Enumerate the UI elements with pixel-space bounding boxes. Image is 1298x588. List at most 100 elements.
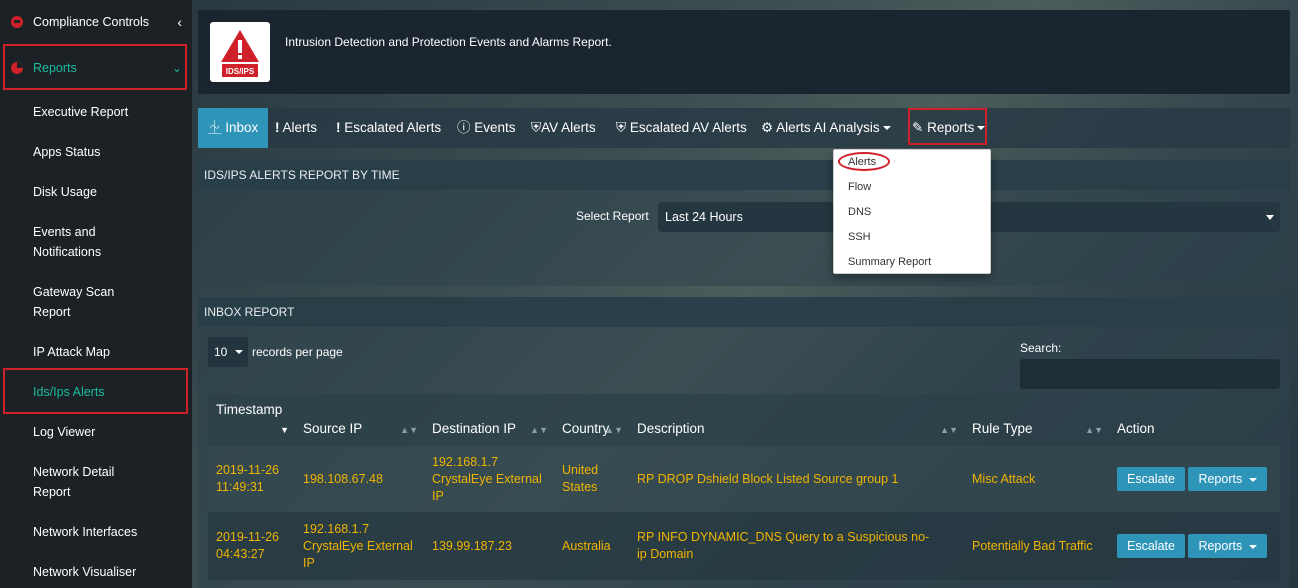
country-cell[interactable]: United States [554,446,629,512]
timestamp-cell: 2019-11-26 04:43:27 [208,512,295,580]
menu-item-ssh[interactable]: SSH [848,231,871,243]
timestamp-time: 04:43:27 [216,547,265,561]
country-cell[interactable]: Australia [554,512,629,580]
description: RP DROP Dshield Block Listed Source grou… [637,471,899,486]
tab-reports[interactable]: ✎ Reports [912,108,986,148]
row-reports-button[interactable]: Reports [1188,534,1267,558]
sidebar-item-disk-usage[interactable]: Disk Usage [0,182,192,202]
sidebar-item-ids-ips-alerts[interactable]: Ids/Ips Alerts [0,382,192,402]
destination-ip-cell[interactable]: 192.168.1.7 CrystalEye External IP [424,446,554,512]
source-ip: 192.168.1.7 [303,521,370,536]
panel-title: INBOX REPORT [198,297,1290,327]
sidebar-item-label: Apps Status [33,145,101,159]
menu-item-flow[interactable]: Flow [848,181,871,193]
sidebar-item-ip-attack-map[interactable]: IP Attack Map [0,342,192,362]
source-ip-cell[interactable]: 192.168.1.7 CrystalEye External IP [295,512,424,580]
sort-icon: ▲▼ [400,425,418,435]
menu-item-dns[interactable]: DNS [848,206,871,218]
button-label: Reports [1198,539,1243,553]
sidebar-item-compliance-controls[interactable]: Compliance Controls ‹ [0,0,192,44]
sidebar-item-events-notifications[interactable]: Events and Notifications [0,222,140,262]
column-header-source-ip[interactable]: Source IP ▲▼ [295,394,424,446]
sidebar-item-label: Disk Usage [33,185,97,199]
tab-av-alerts[interactable]: ⛨AV Alerts [531,108,596,148]
reports-dropdown-menu: Alerts Flow DNS SSH Summary Report [833,149,991,274]
sidebar-item-apps-status[interactable]: Apps Status [0,142,192,162]
sidebar-item-network-detail-report[interactable]: Network Detail Report [0,462,192,502]
page-title: Intrusion Detection and Protection Event… [285,35,612,49]
destination-note: CrystalEye External IP [432,471,542,503]
info-circle-icon: ⓘ [457,120,471,135]
description-cell[interactable]: RP INFO DYNAMIC_DNS Query to a Suspiciou… [629,512,964,580]
sidebar-item-reports[interactable]: Reports ⌄ [0,46,192,90]
tab-bar: ⏈ Inbox ! Alerts ! Escalated Alerts ⓘ Ev… [198,108,1290,148]
caret-down-icon [235,350,243,354]
menu-item-summary-report[interactable]: Summary Report [848,256,931,268]
column-label: Country [562,421,610,436]
gear-icon: ⚙ [761,120,774,135]
caret-down-icon [882,126,891,131]
sort-icon: ▲▼ [940,425,958,435]
tab-alerts-ai-analysis[interactable]: ⚙ Alerts AI Analysis [761,108,891,148]
exclamation-icon: ! [336,120,341,135]
escalate-button[interactable]: Escalate [1117,534,1185,558]
source-ip: 198.108.67.48 [303,471,383,486]
sidebar-item-network-interfaces[interactable]: Network Interfaces [0,522,192,542]
column-label: Source IP [303,421,363,436]
search-input[interactable] [1020,359,1280,389]
pie-chart-icon [11,62,23,74]
destination-ip: 192.168.1.7 [432,454,499,469]
column-header-country[interactable]: Country ▲▼ [554,394,629,446]
table-row: 2019-11-26 04:43:27 192.168.1.7 CrystalEye… [208,512,1280,580]
exclamation-icon: ! [275,120,280,135]
rule-type-cell[interactable]: Potentially Bad Traffic [964,512,1109,580]
sidebar-item-label: Gateway Scan Report [33,285,115,319]
caret-down-icon [1248,544,1257,549]
sidebar-item-label: Network Detail Report [33,465,115,499]
records-per-page-select[interactable]: 10 [208,337,248,367]
sidebar-item-log-viewer[interactable]: Log Viewer [0,422,192,442]
description-cell[interactable]: RP DROP Dshield Block Listed Source grou… [629,446,964,512]
column-header-timestamp[interactable]: Timestamp ▼ [208,394,295,446]
timestamp-time: 11:49:31 [216,480,264,494]
sidebar-item-label: Events and Notifications [33,225,102,259]
rule-type: Potentially Bad Traffic [972,538,1093,553]
action-cell: Escalate Reports [1109,446,1280,512]
tab-label: Escalated AV Alerts [629,120,747,135]
tab-escalated-av-alerts[interactable]: ⛨ Escalated AV Alerts [616,108,747,148]
sidebar-item-label: Executive Report [33,105,129,119]
tab-escalated-alerts[interactable]: ! Escalated Alerts [336,108,441,148]
tab-label: AV Alerts [541,120,596,135]
destination-ip-cell[interactable]: 139.99.187.23 [424,512,554,580]
select-report-label: Select Report [576,209,649,223]
row-reports-button[interactable]: Reports [1188,467,1267,491]
column-header-destination-ip[interactable]: Destination IP ▲▼ [424,394,554,446]
escalate-button[interactable]: Escalate [1117,467,1185,491]
sidebar-item-gateway-scan-report[interactable]: Gateway Scan Report [0,282,192,322]
destination-ip: 139.99.187.23 [432,538,512,553]
inbox-report-panel: INBOX REPORT 10 records per page Search:… [198,297,1290,588]
tab-label: Inbox [225,120,259,135]
tab-events[interactable]: ⓘ Events [457,108,516,148]
panel-title: IDS/IPS ALERTS REPORT BY TIME [198,160,1290,190]
rule-type-cell[interactable]: Misc Attack [964,446,1109,512]
country: Australia [562,538,611,553]
sort-icon: ▲▼ [605,425,623,435]
timestamp-date: 2019-11-26 [216,463,280,477]
tab-inbox[interactable]: ⏈ Inbox [198,108,269,148]
column-header-rule-type[interactable]: Rule Type ▲▼ [964,394,1109,446]
column-label: Description [637,421,705,436]
pencil-icon: ✎ [912,120,924,135]
column-header-description[interactable]: Description ▲▼ [629,394,964,446]
column-header-action: Action [1109,394,1280,446]
sidebar-item-executive-report[interactable]: Executive Report [0,102,192,122]
tab-alerts[interactable]: ! Alerts [275,108,317,148]
sidebar-item-network-visualiser[interactable]: Network Visualiser [0,562,192,582]
sidebar-item-label: IP Attack Map [33,345,110,359]
column-label: Destination IP [432,421,517,436]
inbox-table: Timestamp ▼ Source IP ▲▼ Destination IP ▲▼ … [208,394,1280,580]
column-label: Rule Type [972,421,1033,436]
tab-label: Events [474,120,516,135]
source-ip-cell[interactable]: 198.108.67.48 [295,446,424,512]
sidebar-item-label: Compliance Controls [33,15,150,29]
